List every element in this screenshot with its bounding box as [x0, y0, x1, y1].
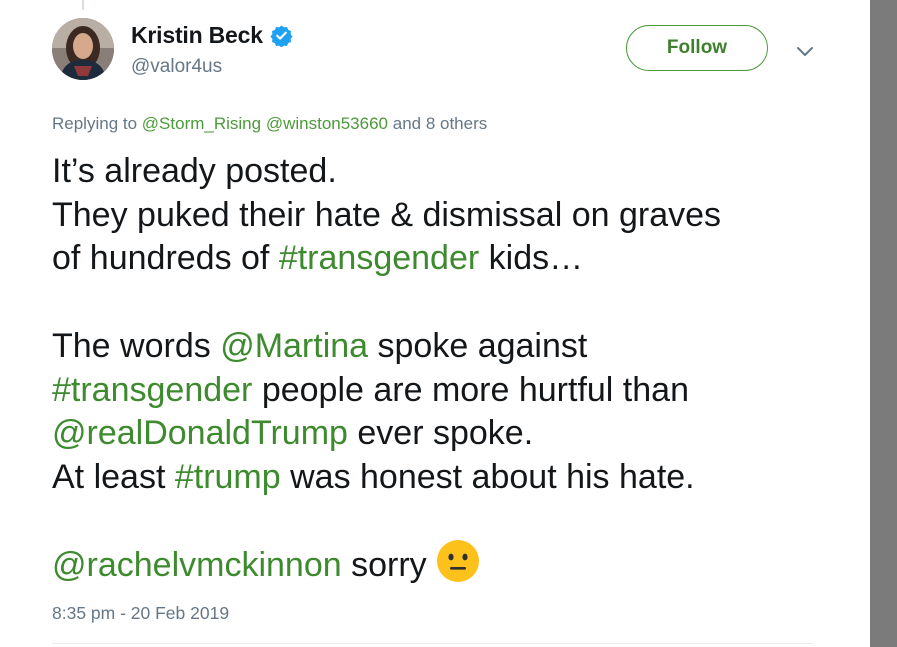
tweet-text-segment: people are more hurtful than — [252, 370, 689, 409]
tweet-line: @rachelvmckinnon sorry — [52, 539, 852, 588]
author-display-name[interactable]: Kristin Beck — [131, 22, 263, 49]
reply-prefix: Replying to — [52, 114, 138, 133]
author-name-row: Kristin Beck — [131, 20, 293, 50]
scrollbar[interactable] — [870, 0, 897, 647]
author-handle[interactable]: @valor4us — [131, 56, 222, 78]
avatar[interactable] — [52, 18, 114, 80]
tweet-text-segment: At least — [52, 457, 175, 496]
tweet-line: @realDonaldTrump ever spoke. — [52, 412, 852, 456]
tweet-text-segment: kids… — [479, 239, 584, 277]
hashtag-transgender[interactable]: #transgender — [52, 371, 252, 409]
tweet-line: of hundreds of #transgender kids… — [52, 237, 852, 281]
reply-mention-storm-rising[interactable]: @Storm_Rising — [142, 114, 261, 133]
hashtag-trump[interactable]: #trump — [175, 458, 281, 496]
reply-context: Replying to @Storm_Rising @winston53660 … — [52, 114, 487, 134]
chevron-down-icon[interactable] — [794, 40, 816, 62]
mention-martina[interactable]: @Martina — [220, 327, 368, 365]
tweet-line: #transgender people are more hurtful tha… — [52, 369, 852, 413]
tweet-text: It’s already posted. They puked their ha… — [52, 150, 852, 587]
tweet-text-segment: was honest about his hate. — [280, 457, 695, 496]
reply-suffix[interactable]: and 8 others — [393, 114, 488, 133]
thread-connector-line — [82, 0, 84, 10]
tweet-text-segment: The words — [52, 327, 221, 365]
divider — [52, 643, 814, 644]
mention-realdonaldtrump[interactable]: @realDonaldTrump — [52, 414, 348, 452]
mention-rachelvmckinnon[interactable]: @rachelvmckinnon — [52, 546, 342, 584]
tweet-line: The words @Martina spoke against — [52, 325, 852, 369]
tweet-text-segment: It’s already posted. — [52, 152, 337, 190]
tweet-text-segment: ever spoke. — [347, 414, 534, 452]
tweet-text-segment: spoke against — [368, 327, 588, 365]
hashtag-transgender[interactable]: #transgender — [279, 239, 479, 277]
reply-mention-winston53660[interactable]: @winston53660 — [266, 114, 388, 133]
tweet-text-segment: They puked their hate & dismissal on gra… — [52, 195, 722, 234]
neutral-face-emoji-icon — [435, 538, 481, 584]
tweet-line: They puked their hate & dismissal on gra… — [52, 194, 852, 238]
tweet-line: It’s already posted. — [52, 150, 852, 194]
avatar-image — [52, 18, 114, 80]
tweet-text-segment: of hundreds of — [52, 239, 279, 277]
tweet-text-segment: sorry — [341, 545, 427, 584]
verified-badge-icon — [270, 24, 293, 47]
tweet-timestamp[interactable]: 8:35 pm - 20 Feb 2019 — [52, 603, 229, 624]
follow-button[interactable]: Follow — [626, 25, 768, 71]
tweet-line: At least #trump was honest about his hat… — [52, 456, 852, 500]
